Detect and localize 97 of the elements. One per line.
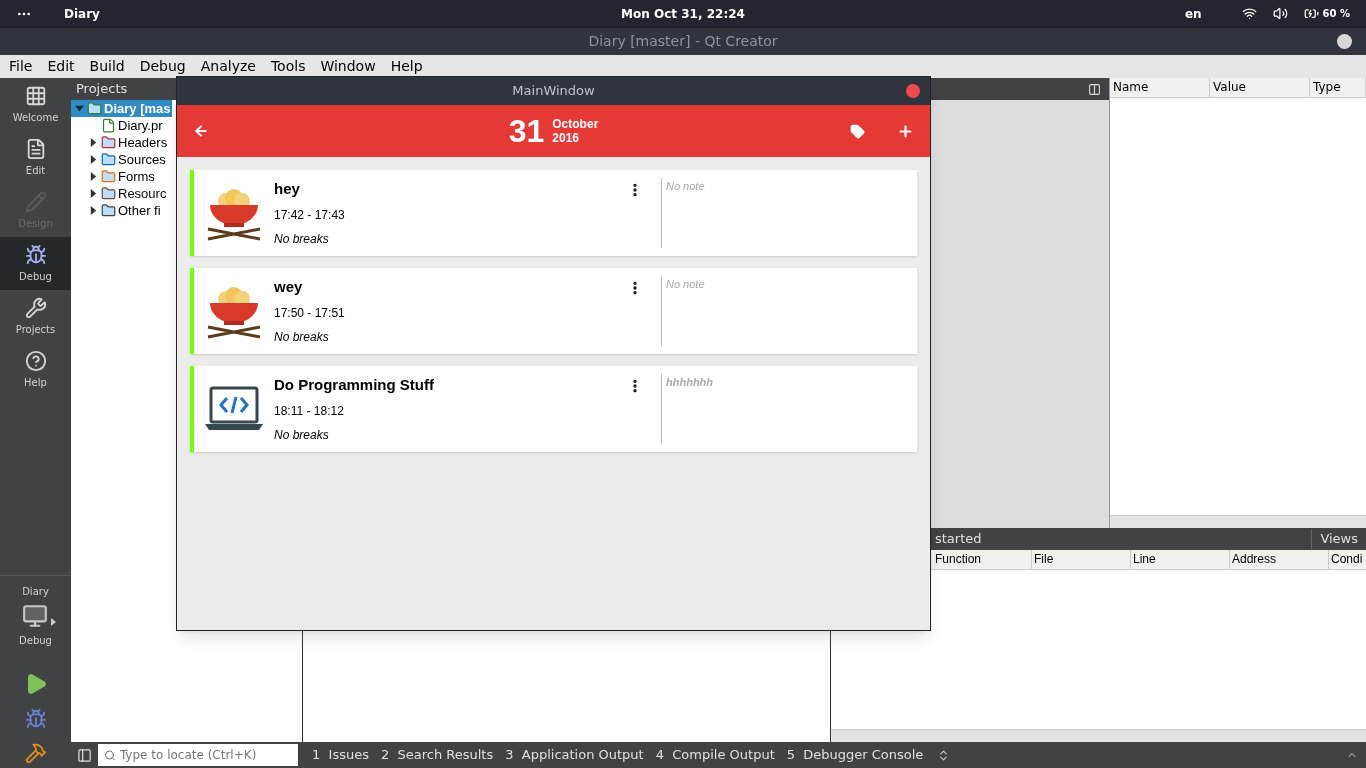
menu-item[interactable]: Analyze: [197, 56, 259, 77]
day-number: 31: [508, 112, 545, 151]
column-header[interactable]: Value: [1210, 78, 1310, 97]
menu-item[interactable]: Help: [387, 56, 426, 77]
tree-item[interactable]: Headers: [71, 134, 170, 151]
hammer-icon[interactable]: [24, 742, 47, 764]
target-selector[interactable]: [22, 603, 57, 629]
build-config: Debug: [19, 634, 52, 648]
entry-note: hhhhhhh: [666, 375, 714, 390]
mode-tab[interactable]: Debug: [0, 237, 71, 290]
entry-breaks: No breaks: [274, 329, 330, 347]
entry-time: 17:42 - 17:43: [274, 207, 346, 225]
tree-item[interactable]: Diary.pr: [71, 117, 165, 134]
expand-arrow-icon[interactable]: [88, 206, 98, 215]
mode-tab[interactable]: Projects: [0, 290, 71, 343]
column-header[interactable]: Type: [1310, 78, 1366, 97]
tree-item[interactable]: Resourc: [71, 185, 169, 202]
mode-tab[interactable]: Edit: [0, 131, 71, 184]
panel-title: Projects: [76, 80, 128, 99]
split-icon[interactable]: [1088, 82, 1101, 96]
file-icon: [101, 118, 116, 133]
folder-icon: [101, 203, 116, 218]
volume-icon[interactable]: [1272, 6, 1288, 21]
close-button[interactable]: [906, 84, 920, 98]
entry-breaks: No breaks: [274, 231, 330, 249]
battery-icon[interactable]: [1303, 6, 1319, 21]
battery-percent: 60 %: [1322, 7, 1350, 21]
output-pane-button[interactable]: 2 Search Results: [374, 745, 500, 765]
menu-item[interactable]: Debug: [136, 56, 189, 77]
target-project: Diary: [22, 585, 49, 599]
scrollbar[interactable]: [1110, 515, 1366, 528]
caret-icon[interactable]: [51, 618, 57, 626]
scrollbar[interactable]: [831, 729, 1366, 742]
expand-arrow-icon[interactable]: [88, 155, 98, 164]
tag-icon[interactable]: [850, 123, 865, 139]
folder-icon: [87, 101, 102, 116]
output-pane-button[interactable]: 5 Debugger Console: [780, 745, 930, 765]
entry-time: 17:50 - 17:51: [274, 305, 346, 323]
pencil-icon: [24, 190, 47, 213]
tree-item[interactable]: Forms: [71, 168, 157, 185]
window-title: Diary [master] - Qt Creator: [588, 32, 778, 51]
panel-title: started: [935, 530, 982, 549]
entry-title: Do Programming Stuff: [274, 374, 435, 395]
column-header[interactable]: Function: [933, 550, 1032, 569]
clock[interactable]: Mon Oct 31, 22:24: [621, 4, 745, 23]
note-placeholder: No note: [666, 277, 705, 292]
tree-item[interactable]: Other fi: [71, 202, 163, 219]
window-control[interactable]: [1337, 34, 1352, 49]
entry-title: wey: [274, 276, 304, 297]
add-icon[interactable]: [897, 122, 914, 140]
entry-breaks: No breaks: [274, 427, 330, 445]
expand-arrow-icon[interactable]: [88, 189, 98, 198]
month: October: [552, 117, 599, 131]
wifi-icon[interactable]: [1241, 6, 1257, 21]
folder-icon: [101, 135, 116, 150]
column-header[interactable]: Address: [1230, 550, 1329, 569]
app-name[interactable]: Diary: [64, 4, 100, 23]
window-title: MainWindow: [512, 82, 595, 101]
column-header[interactable]: File: [1032, 550, 1131, 569]
wrench-icon: [24, 296, 47, 319]
menu-item[interactable]: Edit: [44, 56, 78, 77]
column-header[interactable]: Condi: [1329, 550, 1366, 569]
note-placeholder: No note: [666, 179, 705, 194]
expand-arrow-icon[interactable]: [88, 172, 98, 181]
entry-card[interactable]: Do Programming Stuff 18:11 - 18:12 No breaks hhhhhhh: [190, 366, 917, 452]
search-icon: [104, 748, 116, 762]
entry-card[interactable]: wey 17:50 - 17:51 No breaks No note: [190, 268, 917, 354]
language-indicator[interactable]: en: [1184, 4, 1202, 23]
mode-tab[interactable]: Help: [0, 343, 71, 396]
menu-item[interactable]: File: [6, 56, 36, 77]
collapse-arrow-icon[interactable]: [74, 104, 84, 113]
entry-card[interactable]: hey 17:42 - 17:43 No breaks No note: [190, 170, 917, 256]
output-pane-button[interactable]: 4 Compile Output: [649, 745, 781, 765]
tree-item[interactable]: Diary [mas: [71, 100, 173, 117]
menu-item[interactable]: Window: [317, 56, 379, 77]
sidebar-toggle-icon[interactable]: [77, 747, 92, 763]
output-pane-button[interactable]: 3 Application Output: [499, 745, 650, 765]
year: 2016: [552, 131, 580, 145]
grid-icon: [24, 84, 47, 107]
mode-tab[interactable]: Welcome: [0, 78, 71, 131]
menu-item[interactable]: Build: [86, 56, 128, 77]
column-header[interactable]: Name: [1110, 78, 1210, 97]
column-header[interactable]: Line: [1131, 550, 1230, 569]
expand-arrow-icon[interactable]: [88, 138, 98, 147]
locate-field[interactable]: Type to locate (Ctrl+K): [98, 744, 298, 766]
tree-item[interactable]: Sources: [71, 151, 168, 168]
entry-time: 18:11 - 18:12: [274, 403, 345, 421]
folder-icon: [101, 169, 116, 184]
menu-item[interactable]: Tools: [267, 56, 309, 77]
help-icon: [24, 349, 47, 372]
output-pane-button[interactable]: 1 Issues: [306, 745, 375, 765]
debug-run-icon[interactable]: [24, 708, 47, 730]
bug-icon: [24, 243, 47, 266]
folder-icon: [101, 186, 116, 201]
folder-icon: [101, 152, 116, 167]
views-button[interactable]: Views: [1311, 529, 1366, 549]
entry-title: hey: [274, 178, 301, 199]
